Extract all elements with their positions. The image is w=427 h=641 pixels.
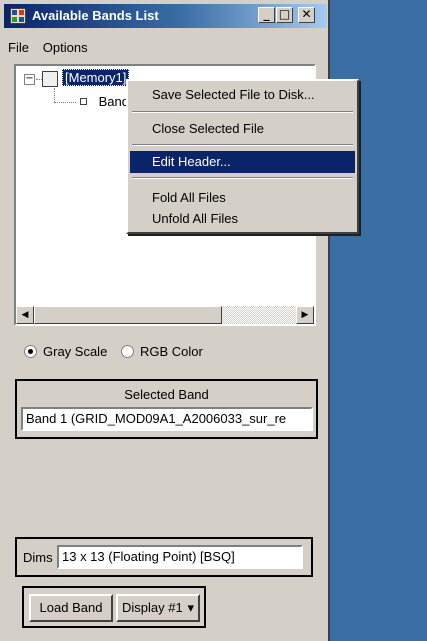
menu-separator [132, 177, 353, 179]
dims-group: Dims 13 x 13 (Floating Point) [BSQ] [15, 537, 313, 577]
load-band-button[interactable]: Load Band [29, 594, 113, 622]
context-menu: Save Selected File to Disk... Close Sele… [126, 79, 359, 234]
rgb-color-radio[interactable]: RGB Color [120, 344, 203, 359]
tree-node-memory1-label: [Memory1] [62, 69, 130, 86]
menu-item-unfold-all-files[interactable]: Unfold All Files [130, 208, 355, 230]
scroll-right-icon[interactable]: ▶ [296, 306, 314, 324]
app-icon [10, 8, 26, 24]
menu-separator [132, 144, 353, 146]
chevron-down-icon: ▾ [187, 600, 194, 615]
action-buttons-group: Load Band Display #1 ▾ [22, 586, 206, 628]
window-title: Available Bands List [32, 8, 159, 23]
collapse-icon[interactable]: − [24, 74, 35, 85]
menu-options[interactable]: Options [43, 40, 88, 55]
menu-separator [132, 111, 353, 113]
gray-scale-radio-dot[interactable] [24, 345, 37, 358]
dims-label: Dims [23, 550, 53, 565]
menu-item-fold-all-files[interactable]: Fold All Files [130, 187, 355, 209]
maximize-button[interactable]: □ [276, 7, 293, 23]
color-mode-radios: Gray Scale RGB Color [24, 344, 203, 359]
scroll-thumb[interactable] [34, 306, 222, 324]
file-icon [42, 71, 58, 87]
menu-file[interactable]: File [8, 40, 29, 55]
horizontal-scrollbar[interactable]: ◀ ▶ [16, 306, 314, 324]
display-dropdown[interactable]: Display #1 ▾ [116, 594, 200, 622]
menu-item-save-selected-file[interactable]: Save Selected File to Disk... [130, 84, 355, 106]
gray-scale-label: Gray Scale [43, 344, 108, 359]
rgb-color-radio-dot[interactable] [120, 345, 134, 358]
title-bar[interactable]: Available Bands List _ □ ✕ [4, 4, 327, 28]
close-button[interactable]: ✕ [298, 7, 315, 23]
selected-band-title: Selected Band [124, 387, 209, 402]
menu-item-close-selected-file[interactable]: Close Selected File [130, 118, 355, 140]
menu-bar: File Options [8, 40, 98, 60]
menu-item-edit-header[interactable]: Edit Header... [130, 151, 355, 173]
dims-field: 13 x 13 (Floating Point) [BSQ] [57, 545, 303, 569]
scroll-left-icon[interactable]: ◀ [16, 306, 34, 324]
gray-scale-radio[interactable]: Gray Scale [24, 344, 107, 359]
tree-node-memory1[interactable]: [Memory1] [62, 69, 130, 86]
rgb-color-label: RGB Color [139, 344, 203, 359]
selected-band-field: Band 1 (GRID_MOD09A1_A2006033_sur_re [21, 407, 313, 431]
display-dropdown-label: Display #1 [122, 600, 183, 615]
minimize-button[interactable]: _ [258, 7, 275, 23]
selected-band-group: Selected Band Band 1 (GRID_MOD09A1_A2006… [15, 379, 318, 439]
band-icon [80, 98, 87, 105]
